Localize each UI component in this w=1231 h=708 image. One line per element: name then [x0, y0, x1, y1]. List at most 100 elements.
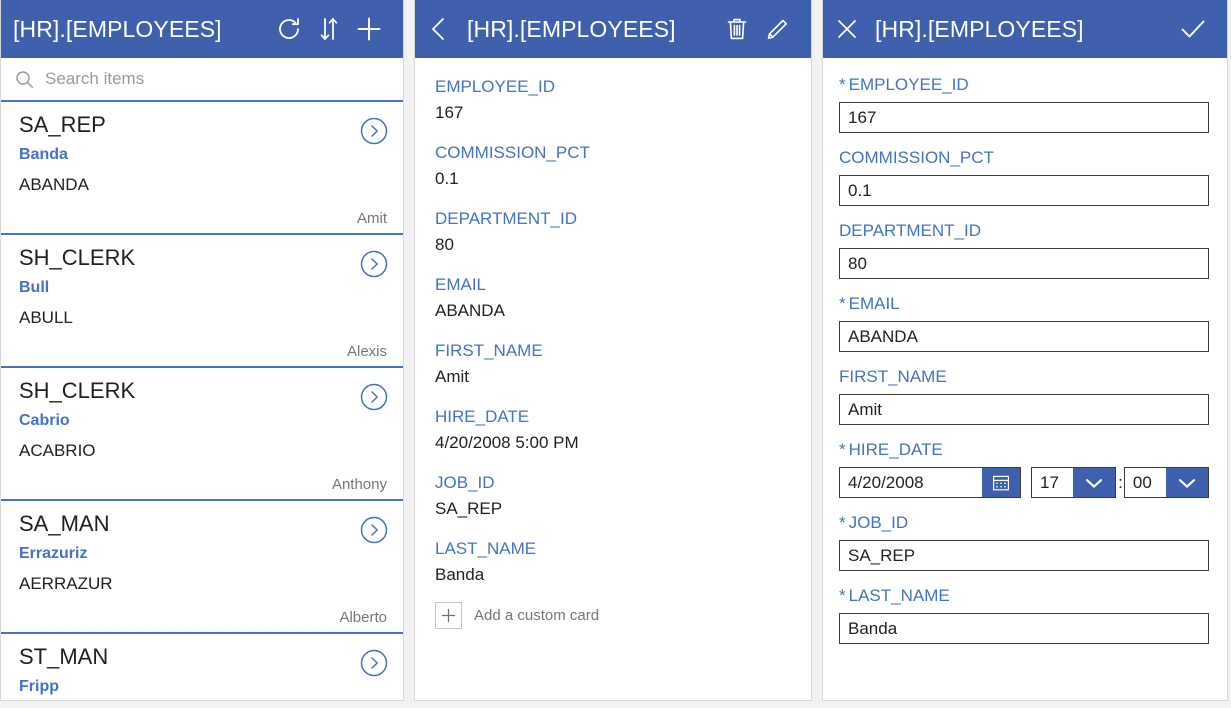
- detail-field: JOB_ID SA_REP: [435, 470, 791, 522]
- panel-divider: [403, 0, 415, 708]
- check-icon[interactable]: [1173, 9, 1213, 49]
- chevron-down-icon[interactable]: [1165, 468, 1208, 497]
- detail-field: EMAIL ABANDA: [435, 272, 791, 324]
- detail-field-value: SA_REP: [435, 499, 503, 518]
- chevron-right-circle-icon[interactable]: [359, 249, 389, 279]
- detail-field-value: ABANDA: [435, 301, 505, 320]
- job-id-input[interactable]: [839, 540, 1209, 571]
- detail-panel-title: [HR].[EMPLOYEES]: [467, 15, 676, 42]
- edit-field: FIRST_NAME: [839, 364, 1209, 425]
- list-item-job: SH_CLERK: [19, 245, 136, 270]
- detail-field-label: LAST_NAME: [435, 539, 537, 558]
- app-root: [HR].[EMPLOYEES] Search items SA_REP Ban…: [0, 0, 1231, 708]
- list-item[interactable]: SH_CLERK Cabrio ACABRIO Anthony: [1, 368, 403, 501]
- employee-id-input[interactable]: [839, 102, 1209, 133]
- plus-icon: [435, 602, 462, 629]
- detail-panel-header: [HR].[EMPLOYEES]: [415, 0, 811, 58]
- list-item-job: SA_MAN: [19, 511, 110, 536]
- list-item-first-name: Alexis: [346, 343, 387, 360]
- edit-field-label-text: EMAIL: [848, 294, 900, 313]
- edit-panel-header: [HR].[EMPLOYEES]: [823, 0, 1227, 58]
- edit-field-label: * LAST_NAME: [839, 583, 1209, 609]
- detail-field-value: 167: [435, 103, 464, 122]
- refresh-icon[interactable]: [269, 9, 309, 49]
- hour-value: 17: [1040, 472, 1059, 492]
- detail-field: LAST_NAME Banda: [435, 536, 791, 588]
- detail-field: COMMISSION_PCT 0.1: [435, 140, 791, 192]
- chevron-left-icon[interactable]: [427, 9, 461, 49]
- delete-icon[interactable]: [717, 9, 757, 49]
- sort-icon[interactable]: [309, 9, 349, 49]
- detail-field-value: 80: [435, 235, 454, 254]
- hour-select[interactable]: 17: [1031, 467, 1117, 498]
- detail-field-value: 0.1: [435, 169, 459, 188]
- list-item-email: ABULL: [19, 308, 73, 327]
- detail-field-value: 4/20/2008 5:00 PM: [435, 433, 579, 452]
- list-item-first-name: Alberto: [339, 609, 387, 626]
- edit-field-label-text: LAST_NAME: [848, 586, 950, 605]
- add-custom-card-button[interactable]: Add a custom card: [435, 602, 791, 629]
- chevron-right-circle-icon[interactable]: [359, 382, 389, 412]
- list-panel-header: [HR].[EMPLOYEES]: [1, 0, 403, 58]
- date-picker[interactable]: [839, 467, 1021, 498]
- time-separator: :: [1118, 472, 1123, 492]
- detail-panel: [HR].[EMPLOYEES] EMPLOYEE_ID 167 COMMISS…: [415, 0, 811, 700]
- required-marker: *: [839, 294, 846, 313]
- list-item-email: ACABRIO: [19, 441, 96, 460]
- list-item-last-name: Bull: [19, 279, 50, 296]
- commission-pct-input[interactable]: [839, 175, 1209, 206]
- panel-divider: [811, 0, 823, 708]
- edit-field: COMMISSION_PCT: [839, 145, 1209, 206]
- detail-field-label: JOB_ID: [435, 473, 495, 492]
- list-item[interactable]: SH_CLERK Bull ABULL Alexis: [1, 235, 403, 368]
- list-item-last-name: Banda: [19, 146, 68, 163]
- detail-field-label: DEPARTMENT_ID: [435, 209, 578, 228]
- edit-field-label: COMMISSION_PCT: [839, 148, 994, 167]
- list-item[interactable]: SA_MAN Errazuriz AERRAZUR Alberto: [1, 501, 403, 634]
- chevron-right-circle-icon[interactable]: [359, 648, 389, 678]
- required-marker: *: [839, 586, 846, 605]
- edit-field-label: * JOB_ID: [839, 510, 1209, 536]
- last-name-input[interactable]: [839, 613, 1209, 644]
- calendar-icon[interactable]: [982, 468, 1020, 497]
- list-panel-title: [HR].[EMPLOYEES]: [13, 15, 222, 42]
- chevron-right-circle-icon[interactable]: [359, 116, 389, 146]
- edit-field-label: FIRST_NAME: [839, 367, 947, 386]
- list-item-last-name: Fripp: [19, 678, 59, 695]
- search-input[interactable]: [41, 69, 403, 89]
- list-item-email: AERRAZUR: [19, 574, 113, 593]
- minute-select[interactable]: 00: [1123, 467, 1209, 498]
- chevron-right-circle-icon[interactable]: [359, 515, 389, 545]
- first-name-input[interactable]: [839, 394, 1209, 425]
- edit-field-label-text: HIRE_DATE: [848, 440, 943, 459]
- close-icon[interactable]: [835, 9, 869, 49]
- detail-field: HIRE_DATE 4/20/2008 5:00 PM: [435, 404, 791, 456]
- edit-panel: [HR].[EMPLOYEES] * EMPLOYEE_ID COMMISSION…: [823, 0, 1227, 700]
- edit-field-label: DEPARTMENT_ID: [839, 221, 982, 240]
- edit-field: * EMAIL: [839, 291, 1209, 352]
- edit-field: * LAST_NAME: [839, 583, 1209, 644]
- chevron-down-icon[interactable]: [1073, 468, 1116, 497]
- detail-field-label: COMMISSION_PCT: [435, 143, 590, 162]
- detail-field-label: HIRE_DATE: [435, 407, 530, 426]
- add-icon[interactable]: [349, 9, 389, 49]
- detail-field-label: FIRST_NAME: [435, 341, 543, 360]
- list-item-job: SH_CLERK: [19, 378, 136, 403]
- department-id-input[interactable]: [839, 248, 1209, 279]
- edit-field-label-text: EMPLOYEE_ID: [848, 75, 969, 94]
- search-icon: [15, 70, 41, 89]
- list-item-last-name: Cabrio: [19, 412, 70, 429]
- edit-field-label: * HIRE_DATE: [839, 437, 1209, 463]
- detail-field: FIRST_NAME Amit: [435, 338, 791, 390]
- list-item-job: ST_MAN: [19, 644, 109, 669]
- list-item[interactable]: SA_REP Banda ABANDA Amit: [1, 102, 403, 235]
- search-bar[interactable]: [1, 58, 403, 102]
- list-panel: [HR].[EMPLOYEES] Search items SA_REP Ban…: [1, 0, 403, 700]
- list-item-email: ABANDA: [19, 175, 89, 194]
- list-item[interactable]: ST_MAN Fripp: [1, 634, 403, 700]
- detail-fields: EMPLOYEE_ID 167 COMMISSION_PCT 0.1 DEPAR…: [415, 58, 811, 629]
- email-input[interactable]: [839, 321, 1209, 352]
- edit-icon[interactable]: [757, 9, 797, 49]
- hire-date-input[interactable]: [840, 468, 982, 497]
- edit-field-label: * EMAIL: [839, 291, 1209, 317]
